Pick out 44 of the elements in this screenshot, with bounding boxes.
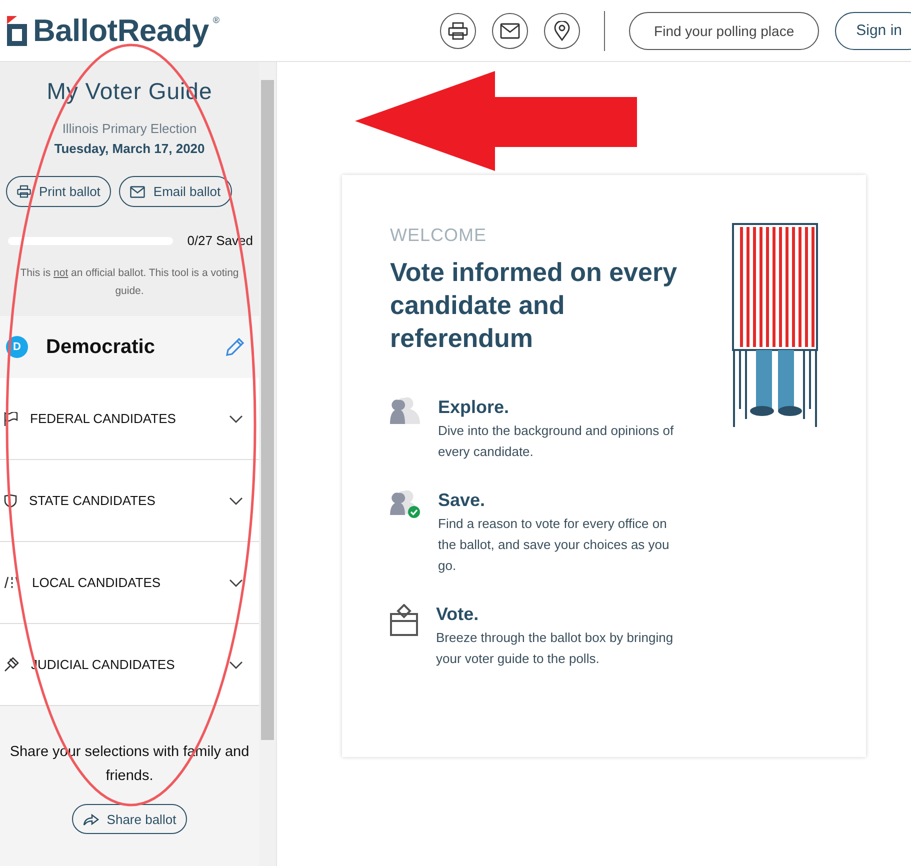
- location-button[interactable]: [544, 12, 580, 48]
- print-ballot-button[interactable]: Print ballot: [6, 176, 112, 207]
- print-button[interactable]: [440, 12, 476, 48]
- step-text: Breeze through the ballot box by bringing your voter guide to the polls.: [436, 629, 674, 668]
- election-name: Illinois Primary Election: [62, 121, 197, 136]
- step-title: Save.: [438, 490, 486, 511]
- share-arrow-icon: [82, 812, 99, 826]
- printer-icon: [17, 185, 31, 198]
- candidate-section[interactable]: FEDERAL CANDIDATES: [0, 378, 259, 460]
- chevron-icon: [229, 660, 243, 668]
- ballot-box-icon: [390, 604, 418, 636]
- logo-icon: [5, 16, 29, 46]
- people-check-icon: [390, 490, 420, 518]
- sign-in-button[interactable]: Sign in: [835, 12, 911, 50]
- candidate-section[interactable]: LOCAL CANDIDATES: [0, 542, 259, 624]
- step-text: Dive into the background and opinions of every candidate.: [438, 422, 675, 461]
- envelope-icon: [130, 186, 146, 198]
- logo-text[interactable]: BallotReady: [33, 12, 209, 48]
- find-polling-place-button[interactable]: Find your polling place: [629, 12, 820, 50]
- registered-mark: ®: [212, 14, 220, 24]
- candidate-section[interactable]: STATE CANDIDATES: [0, 460, 259, 542]
- step-text: Find a reason to vote for every office on the ballot, and save your choices as you go.: [438, 515, 670, 575]
- printer-icon: [448, 22, 468, 40]
- email-ballot-button[interactable]: Email ballot: [119, 176, 232, 207]
- chevron-icon: [229, 414, 243, 422]
- step-title: Vote.: [436, 604, 480, 625]
- flag-icon: [4, 412, 18, 426]
- share-ballot-button[interactable]: Share ballot: [72, 804, 188, 834]
- road-icon: [4, 576, 20, 589]
- welcome-heading: Vote informed on every candidate and referendum: [390, 256, 678, 355]
- step-title: Explore.: [438, 397, 510, 418]
- welcome-label: WELCOME: [390, 225, 488, 246]
- gavel-icon: [4, 657, 19, 672]
- disclaimer-text: This is not an official ballot. This tool is a voting guide.: [19, 266, 240, 299]
- envelope-icon: [500, 22, 520, 38]
- map-pin-icon: [554, 20, 570, 40]
- shield-icon: [4, 494, 17, 508]
- election-date: Tuesday, March 17, 2020: [54, 141, 205, 156]
- party-name: Democratic: [46, 336, 156, 358]
- people-icon: [390, 397, 420, 425]
- edit-icon[interactable]: [225, 337, 245, 357]
- email-button[interactable]: [492, 12, 528, 48]
- chevron-icon: [229, 496, 243, 504]
- chevron-icon: [229, 578, 243, 586]
